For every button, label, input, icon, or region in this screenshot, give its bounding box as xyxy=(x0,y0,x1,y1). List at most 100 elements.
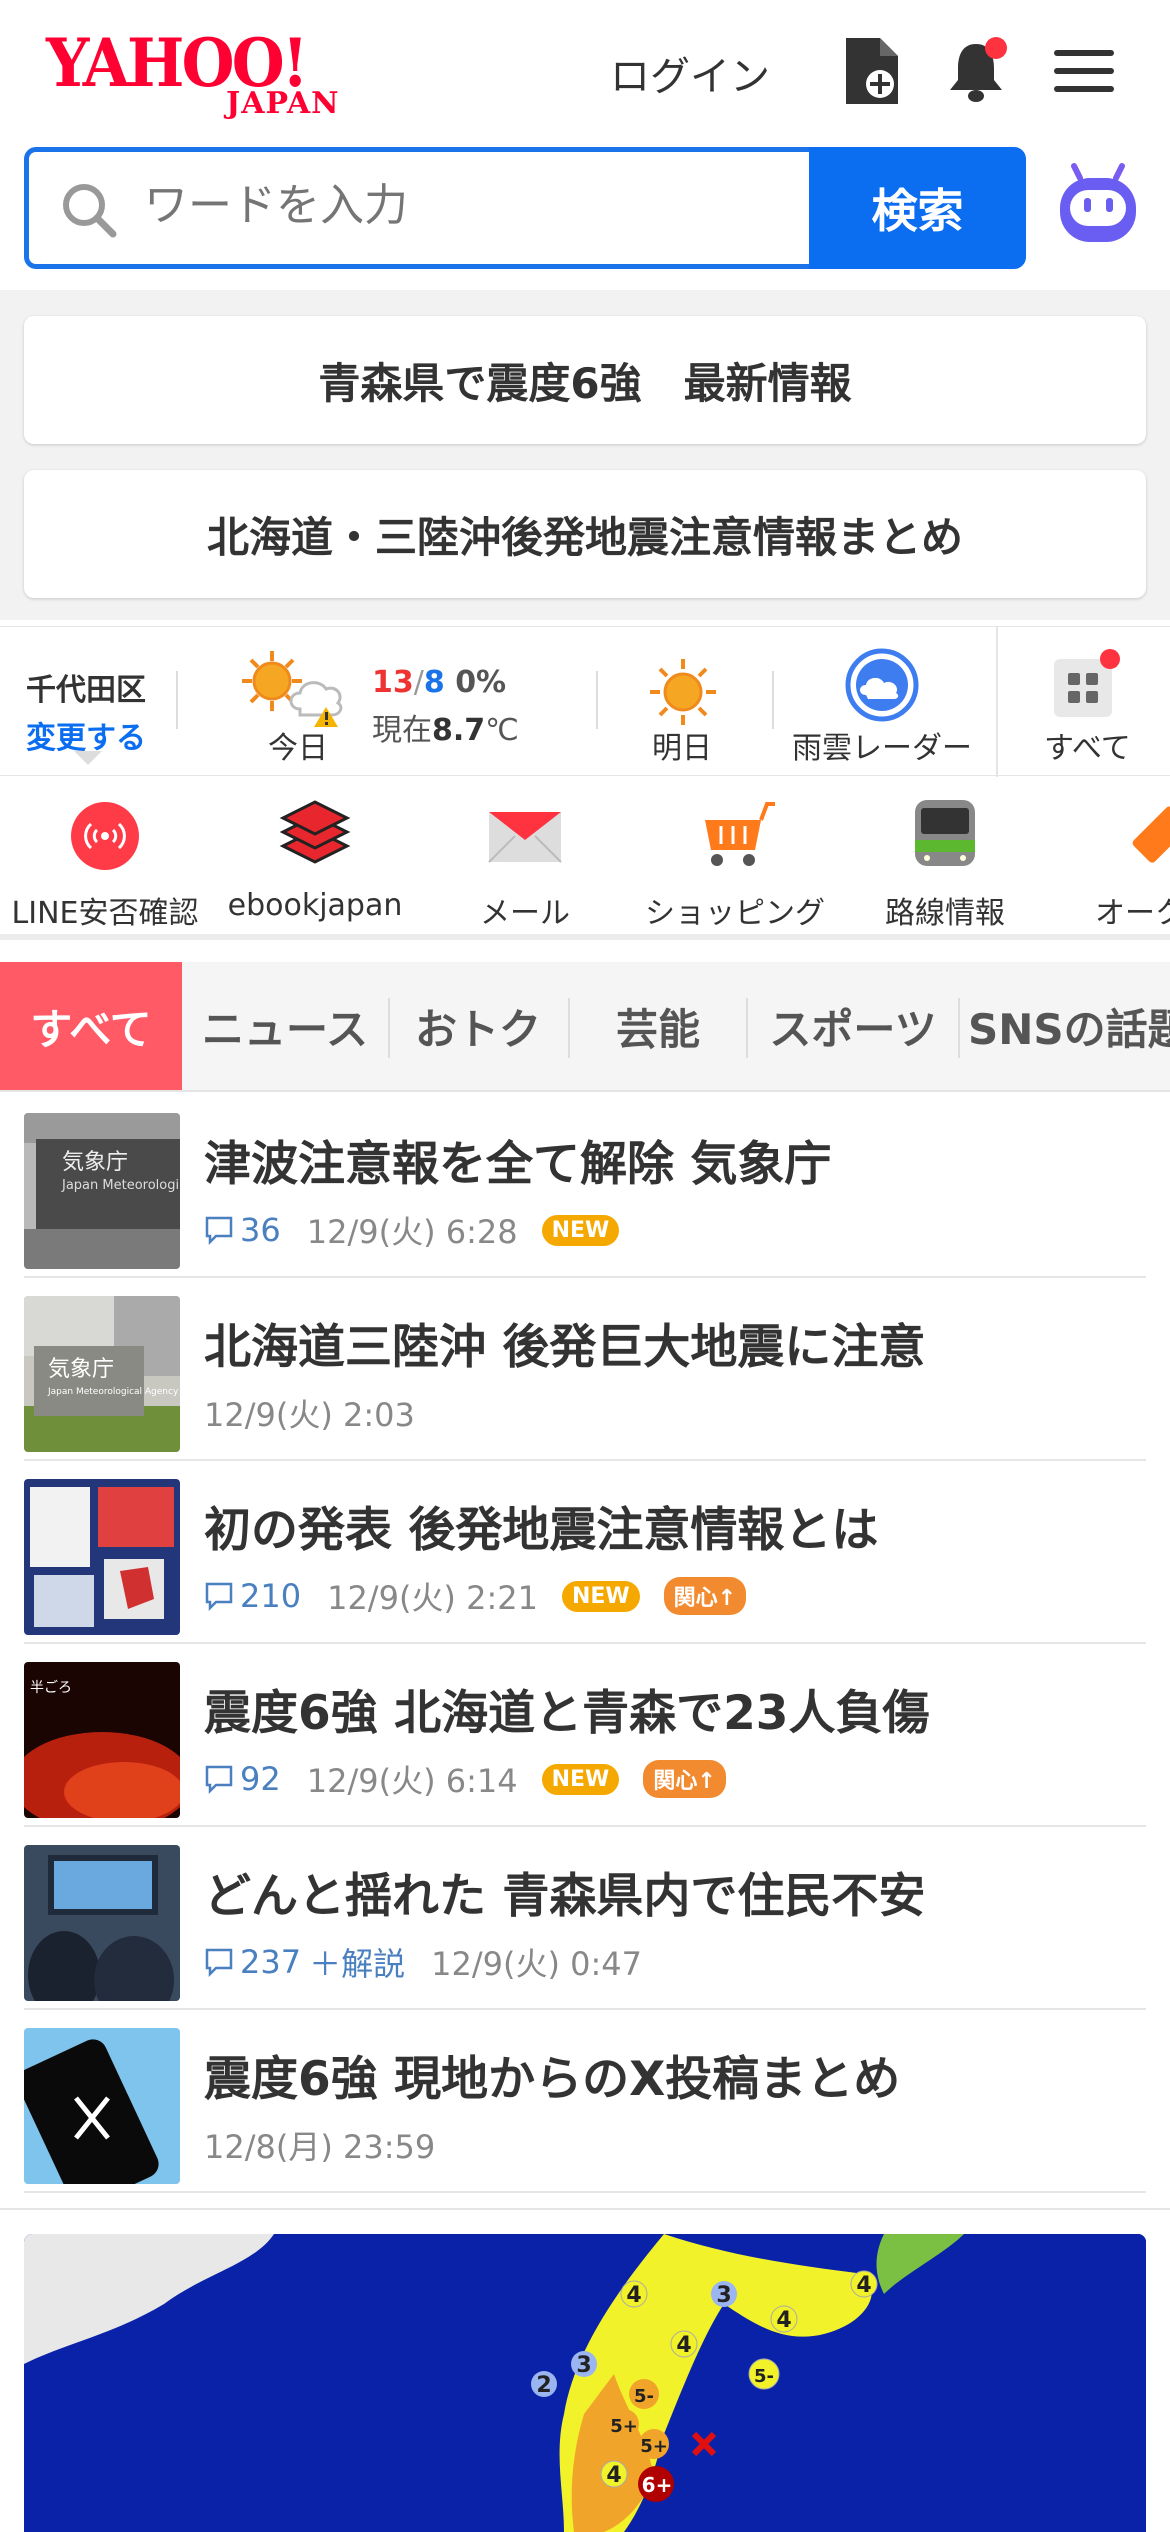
news-item[interactable]: 震度6強 現地からのX投稿まとめ 12/8(月) 23:59 xyxy=(24,2010,1146,2193)
news-time: 12/9(火) 2:03 xyxy=(204,1396,415,1434)
current-prefix: 現在 xyxy=(372,713,432,748)
service-ebookjapan[interactable]: ebookjapan xyxy=(210,796,420,923)
service-label: ebookjapan xyxy=(227,888,403,923)
news-title[interactable]: 津波注意報を全て解除 気象庁 xyxy=(204,1125,831,1194)
temp-slash: / xyxy=(413,665,424,700)
category-tabs: すべて ニュース おトク 芸能 スポーツ SNSの話題 xyxy=(0,962,1170,1092)
divider xyxy=(0,2208,1170,2210)
train-icon xyxy=(905,796,985,876)
news-item[interactable]: どんと揺れた 青森県内で住民不安 237 ＋解説 12/9(火) 0:47 xyxy=(24,1827,1146,2010)
search-button[interactable]: 検索 xyxy=(809,147,1026,269)
intensity-label: 4 xyxy=(606,2463,621,2488)
dropdown-triangle-icon xyxy=(74,751,102,765)
intensity-label: 3 xyxy=(576,2353,591,2378)
service-mail[interactable]: メール xyxy=(420,796,630,932)
tab-sports[interactable]: スポーツ xyxy=(750,962,956,1090)
rain-radar-label[interactable]: 雨雲レーダー xyxy=(792,723,972,767)
tab-entertainment[interactable]: 芸能 xyxy=(570,962,746,1090)
news-title[interactable]: 震度6強 北海道と青森で23人負傷 xyxy=(204,1674,929,1743)
news-title[interactable]: どんと揺れた 青森県内で住民不安 xyxy=(204,1857,925,1926)
tab-divider xyxy=(746,998,748,1058)
search-bar: 検索 xyxy=(24,147,1026,269)
tab-news[interactable]: ニュース xyxy=(190,962,380,1090)
high-temp: 13 xyxy=(372,665,414,700)
service-shopping[interactable]: ショッピング xyxy=(630,796,840,932)
thumb-text: 半ごろ xyxy=(30,1680,72,1696)
grid-icon xyxy=(1050,649,1120,719)
search-icon xyxy=(59,180,119,240)
news-time: 12/9(火) 2:21 xyxy=(327,1579,538,1617)
tab-divider xyxy=(958,998,960,1058)
intensity-label: 4 xyxy=(626,2283,641,2308)
tomorrow-label: 明日 xyxy=(652,731,712,766)
news-item[interactable]: 初の発表 後発地震注意情報とは 210 12/9(火) 2:21 NEW 関心↑ xyxy=(24,1461,1146,1644)
earthquake-aomori-button[interactable]: 青森県で震度6強 最新情報 xyxy=(24,316,1146,444)
service-auction[interactable]: オークシ xyxy=(1050,796,1170,932)
comment-number: 210 xyxy=(240,1577,302,1615)
location-name: 千代田区 xyxy=(26,673,146,708)
intensity-label: 5+ xyxy=(640,2436,668,2457)
comment-icon xyxy=(205,1582,233,1611)
comment-number: 92 xyxy=(240,1760,281,1798)
comment-icon xyxy=(205,1948,233,1977)
add-document-icon[interactable] xyxy=(840,36,904,106)
thumb-subtext: Japan Meteorologi xyxy=(61,1178,179,1193)
login-link[interactable]: ログイン xyxy=(610,44,770,102)
news-title[interactable]: 北海道三陸沖 後発巨大地震に注意 xyxy=(204,1308,925,1377)
sun-icon[interactable] xyxy=(648,657,718,727)
comment-icon xyxy=(205,1765,233,1794)
news-thumbnail: 気象庁 Japan Meteorologi xyxy=(24,1113,180,1269)
thumb-subtext: Japan Meteorological Agency xyxy=(47,1387,179,1397)
comment-count[interactable]: 92 xyxy=(204,1760,281,1798)
books-icon xyxy=(275,796,355,876)
news-time: 12/9(火) 6:28 xyxy=(306,1213,518,1251)
yahoo-japan-logo[interactable]: YAHOO! JAPAN xyxy=(46,30,366,121)
ai-assistant-icon[interactable] xyxy=(1056,162,1140,250)
search-box[interactable] xyxy=(24,147,814,269)
auction-icon xyxy=(1115,796,1170,876)
services-row: LINE安否確認 ebookjapan メール ショッピング 路線情報 オー xyxy=(0,778,1170,940)
tab-deals[interactable]: おトク xyxy=(390,962,566,1090)
intensity-label: 6+ xyxy=(642,2473,673,2497)
comment-number: 36 xyxy=(240,1211,281,1249)
aftershock-info-button[interactable]: 北海道・三陸沖後発地震注意情報まとめ xyxy=(24,470,1146,598)
search-input[interactable] xyxy=(144,180,784,231)
news-title[interactable]: 震度6強 現地からのX投稿まとめ xyxy=(204,2040,900,2109)
bell-icon[interactable] xyxy=(944,36,1008,106)
intensity-label: 5+ xyxy=(610,2416,638,2437)
new-badge: NEW xyxy=(561,1580,640,1612)
header: YAHOO! JAPAN ログイン xyxy=(0,0,1170,145)
sun-cloud-icon[interactable] xyxy=(240,649,370,729)
comment-count[interactable]: 36 xyxy=(204,1211,281,1249)
service-label: LINE安否確認 xyxy=(11,896,199,931)
comment-count[interactable]: 210 xyxy=(204,1577,301,1615)
news-item[interactable]: 半ごろ 震度6強 北海道と青森で23人負傷 92 12/9(火) 6:14 NE… xyxy=(24,1644,1146,1827)
current-temp-value: 8.7 xyxy=(432,713,486,748)
news-item[interactable]: 気象庁 Japan Meteorologi 津波注意報を全て解除 気象庁 36 … xyxy=(24,1095,1146,1278)
current-temperature: 現在8.7℃ xyxy=(372,705,519,749)
intensity-label: 5- xyxy=(754,2366,774,2387)
news-title[interactable]: 初の発表 後発地震注意情報とは xyxy=(204,1491,878,1560)
service-train-info[interactable]: 路線情報 xyxy=(840,796,1050,932)
all-services-button[interactable]: すべて xyxy=(996,627,1170,777)
location-selector[interactable]: 千代田区 変更する xyxy=(26,665,146,757)
service-label: メール xyxy=(480,896,570,931)
new-badge: NEW xyxy=(541,1214,620,1246)
divider xyxy=(772,671,774,729)
service-label: ショッピング xyxy=(645,896,825,931)
all-label: すべて xyxy=(1044,731,1131,766)
tab-sns[interactable]: SNSの話題 xyxy=(968,962,1170,1090)
service-label: 路線情報 xyxy=(885,896,1005,931)
comment-count[interactable]: 237 xyxy=(204,1943,301,1981)
news-time: 12/8(月) 23:59 xyxy=(204,2128,436,2166)
menu-icon[interactable] xyxy=(1052,36,1116,106)
tab-all[interactable]: すべて xyxy=(0,962,182,1090)
explanation-link[interactable]: ＋解説 xyxy=(309,1939,405,1985)
intensity-label: 4 xyxy=(856,2273,871,2298)
seismic-intensity-map[interactable]: 2 3 4 4 3 4 4 5- 5+ 5+ 5- 4 6+ xyxy=(24,2234,1146,2532)
rain-radar-icon[interactable] xyxy=(842,645,922,725)
service-line-safety[interactable]: LINE安否確認 xyxy=(0,796,210,932)
line-safety-icon xyxy=(65,796,145,876)
news-item[interactable]: 気象庁 Japan Meteorological Agency 北海道三陸沖 後… xyxy=(24,1278,1146,1461)
thumb-text: 気象庁 xyxy=(62,1150,128,1175)
